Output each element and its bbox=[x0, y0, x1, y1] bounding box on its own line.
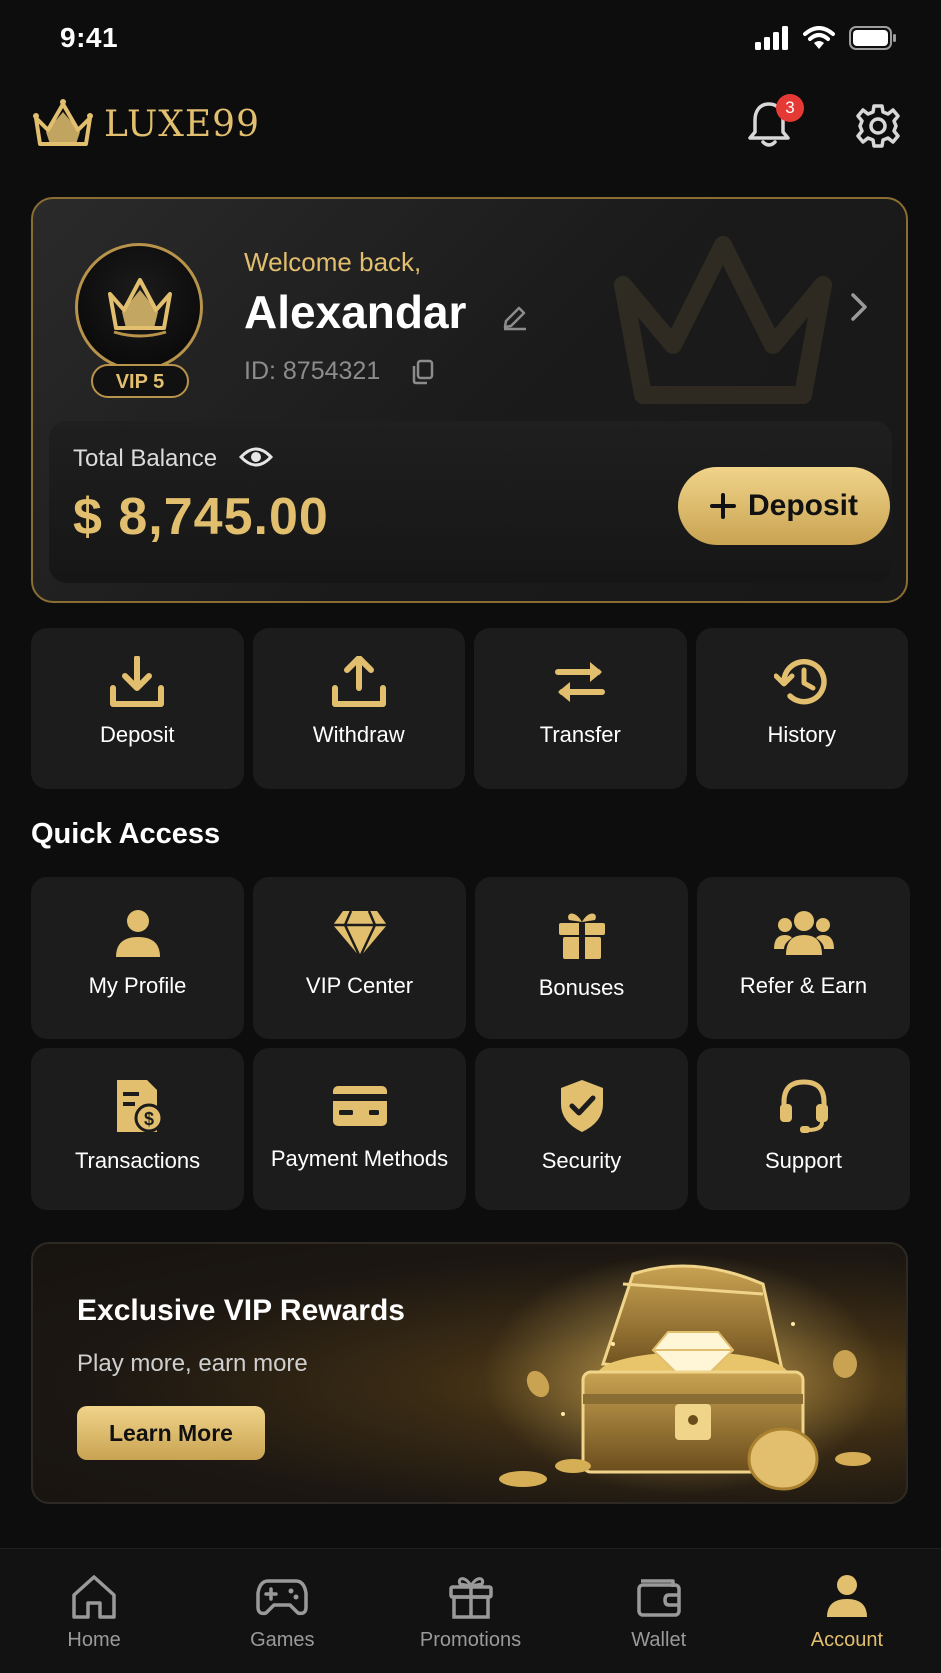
crown-watermark-icon bbox=[613, 235, 833, 405]
deposit-button[interactable]: Deposit bbox=[678, 467, 890, 545]
users-icon bbox=[773, 907, 834, 959]
crown-avatar-icon bbox=[108, 278, 172, 338]
diamond-icon bbox=[331, 907, 389, 959]
app-header: LUXE99 3 bbox=[0, 90, 941, 166]
deposit-button-label: Deposit bbox=[747, 489, 858, 522]
balance-panel: Total Balance $ 8,745.00 Deposit bbox=[49, 421, 892, 583]
welcome-text: Welcome back, bbox=[244, 247, 422, 277]
username: Alexandar bbox=[244, 286, 467, 338]
nav-label: Promotions bbox=[419, 1629, 522, 1651]
action-history[interactable]: History bbox=[695, 628, 908, 789]
quick-vip-center[interactable]: VIP Center bbox=[253, 877, 466, 1039]
action-transfer[interactable]: Transfer bbox=[474, 628, 687, 789]
gamepad-icon bbox=[256, 1573, 309, 1619]
quick-access-grid: My Profile VIP Center Bonuses Refer & Ea… bbox=[31, 877, 910, 1210]
transfer-arrows-icon bbox=[552, 656, 608, 708]
status-bar: 9:41 bbox=[0, 0, 941, 80]
promo-title: Exclusive VIP Rewards bbox=[77, 1294, 405, 1327]
profile-card[interactable]: VIP 5 Welcome back, Alexandar ID: 875432… bbox=[31, 197, 908, 603]
quick-security[interactable]: Security bbox=[475, 1048, 688, 1210]
quick-label: VIP Center bbox=[305, 973, 414, 998]
action-withdraw[interactable]: Withdraw bbox=[252, 628, 465, 789]
quick-label: Bonuses bbox=[538, 975, 625, 1000]
quick-label: Support bbox=[764, 1148, 843, 1173]
credit-card-icon bbox=[331, 1078, 389, 1132]
gift-icon bbox=[555, 907, 609, 961]
promo-subtitle: Play more, earn more bbox=[77, 1350, 308, 1377]
quick-label: Refer & Earn bbox=[739, 973, 868, 998]
bottom-navigation: Home Games Promotions Wallet Account bbox=[0, 1548, 941, 1673]
receipt-dollar-icon: $ bbox=[111, 1078, 165, 1134]
nav-wallet[interactable]: Wallet bbox=[565, 1549, 753, 1673]
learn-more-button[interactable]: Learn More bbox=[77, 1406, 265, 1460]
gear-icon bbox=[854, 102, 906, 150]
nav-promotions[interactable]: Promotions bbox=[376, 1549, 564, 1673]
status-icons bbox=[755, 26, 897, 50]
balance-label: Total Balance bbox=[73, 445, 218, 472]
brand-name: LUXE99 bbox=[104, 103, 260, 145]
download-icon bbox=[109, 656, 165, 708]
gift-icon bbox=[447, 1573, 495, 1619]
chevron-right-icon[interactable] bbox=[849, 291, 869, 323]
quick-my-profile[interactable]: My Profile bbox=[31, 877, 244, 1039]
wallet-actions: Deposit Withdraw Transfer History bbox=[31, 628, 908, 789]
user-icon bbox=[823, 1573, 871, 1619]
section-title-quick-access: Quick Access bbox=[31, 818, 221, 850]
quick-support[interactable]: Support bbox=[697, 1048, 910, 1210]
notifications-button[interactable]: 3 bbox=[746, 94, 804, 156]
nav-label: Wallet bbox=[631, 1629, 687, 1651]
quick-label: My Profile bbox=[88, 973, 187, 998]
copy-icon[interactable] bbox=[411, 359, 435, 385]
headset-icon bbox=[776, 1078, 832, 1134]
quick-label: Security bbox=[541, 1148, 622, 1173]
edit-pencil-icon[interactable] bbox=[501, 303, 529, 331]
eye-icon[interactable] bbox=[239, 445, 273, 469]
nav-account[interactable]: Account bbox=[753, 1549, 941, 1673]
history-clock-icon bbox=[773, 656, 830, 708]
nav-label: Account bbox=[810, 1629, 884, 1651]
settings-button[interactable] bbox=[854, 102, 906, 154]
upload-icon bbox=[331, 656, 387, 708]
quick-bonuses[interactable]: Bonuses bbox=[475, 877, 688, 1039]
wifi-icon bbox=[803, 26, 835, 50]
nav-label: Games bbox=[250, 1629, 315, 1651]
nav-label: Home bbox=[67, 1629, 121, 1651]
battery-icon bbox=[849, 26, 897, 50]
quick-label: Transactions bbox=[74, 1148, 201, 1173]
quick-payment-methods[interactable]: Payment Methods bbox=[253, 1048, 466, 1210]
avatar[interactable] bbox=[75, 243, 203, 371]
action-label: History bbox=[767, 722, 836, 747]
vip-rewards-banner[interactable]: Exclusive VIP Rewards Play more, earn mo… bbox=[31, 1242, 908, 1504]
quick-label: Payment Methods bbox=[270, 1146, 449, 1171]
notification-badge: 3 bbox=[776, 94, 804, 122]
user-id: ID: 8754321 bbox=[244, 357, 381, 385]
quick-transactions[interactable]: $ Transactions bbox=[31, 1048, 244, 1210]
nav-home[interactable]: Home bbox=[0, 1549, 188, 1673]
vip-level-badge: VIP 5 bbox=[91, 364, 189, 398]
signal-icon bbox=[755, 26, 789, 50]
action-label: Withdraw bbox=[312, 722, 405, 747]
quick-refer-earn[interactable]: Refer & Earn bbox=[697, 877, 910, 1039]
shield-check-icon bbox=[557, 1078, 607, 1134]
treasure-chest-illustration bbox=[463, 1254, 903, 1499]
crown-icon bbox=[32, 98, 94, 150]
action-label: Deposit bbox=[99, 722, 175, 747]
status-time: 9:41 bbox=[60, 22, 119, 53]
action-label: Transfer bbox=[539, 722, 621, 747]
wallet-icon bbox=[635, 1573, 683, 1619]
nav-games[interactable]: Games bbox=[188, 1549, 376, 1673]
balance-value: $ 8,745.00 bbox=[73, 488, 329, 546]
user-icon bbox=[112, 907, 164, 959]
home-icon bbox=[70, 1573, 118, 1619]
brand-logo[interactable]: LUXE99 bbox=[32, 98, 260, 150]
plus-icon bbox=[709, 493, 736, 519]
action-deposit[interactable]: Deposit bbox=[31, 628, 244, 789]
svg-text:$: $ bbox=[143, 1109, 153, 1129]
